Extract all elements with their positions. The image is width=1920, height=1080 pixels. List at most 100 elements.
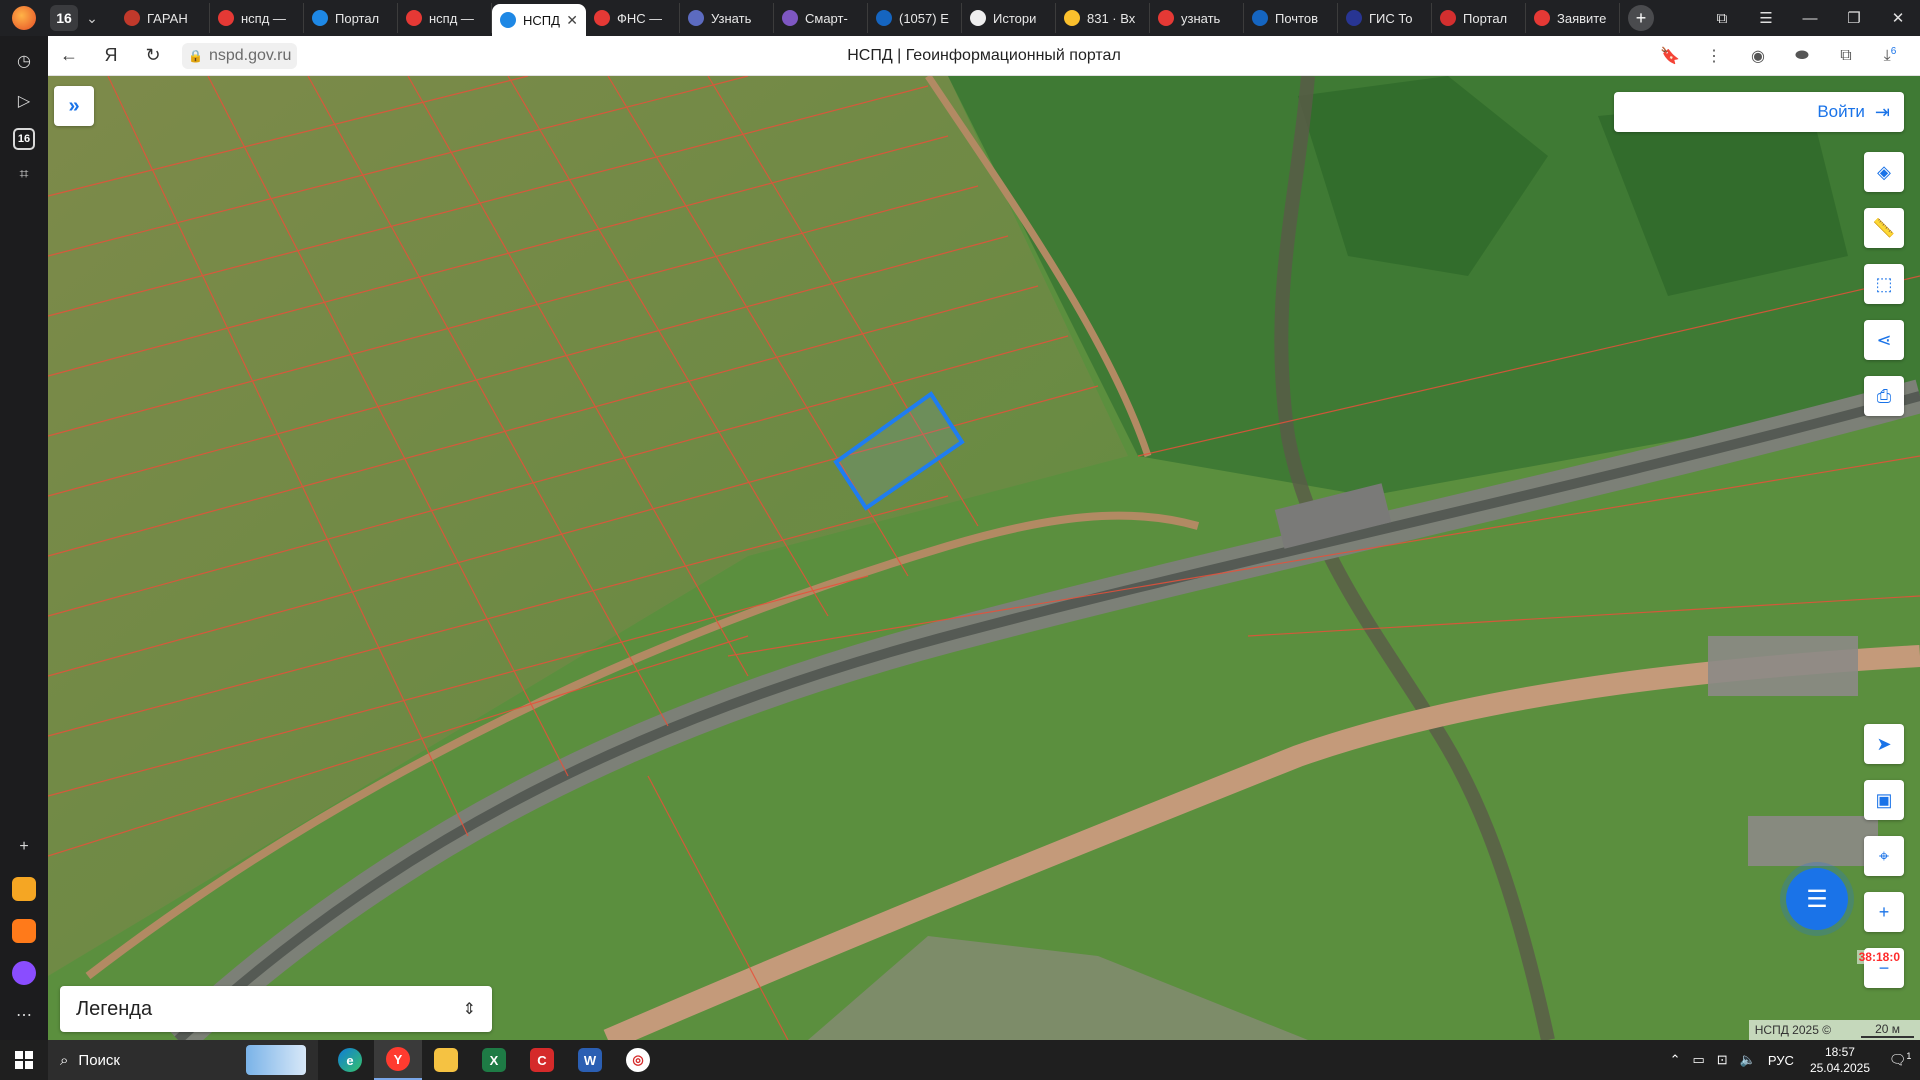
- legend-panel[interactable]: Легенда ⇕: [60, 986, 492, 1032]
- browser-tab[interactable]: нспд —: [210, 3, 304, 33]
- taskbar-edge[interactable]: e: [326, 1040, 374, 1080]
- browser-tab[interactable]: ФНС —: [586, 3, 680, 33]
- favicon-icon: [312, 10, 328, 26]
- mail-app-icon[interactable]: [9, 916, 39, 946]
- login-button[interactable]: Войти ⇥: [1614, 92, 1904, 132]
- close-window-button[interactable]: ✕: [1876, 9, 1920, 27]
- chevron-up-icon[interactable]: ⌃: [1670, 1052, 1681, 1068]
- browser-sidebar: ◷ ▷ 16 ⌗ + ⋯: [0, 36, 48, 1040]
- map-canvas[interactable]: » Войти ⇥ ◈ 📏 ⬚ ⋖ ⎙ ➤ ▣ ⌖ + − ☰ 38:18:0 …: [48, 76, 1920, 1040]
- print-button[interactable]: ⎙: [1864, 376, 1904, 416]
- share-button[interactable]: ⋖: [1864, 320, 1904, 360]
- browser-tab[interactable]: ГИС То: [1338, 3, 1432, 33]
- chat-icon: ☰: [1806, 885, 1828, 913]
- browser-tab[interactable]: Портал: [1432, 3, 1526, 33]
- browser-tab[interactable]: 831 · Вх: [1056, 3, 1150, 33]
- browser-tab[interactable]: Заявите: [1526, 3, 1620, 33]
- basemap-button[interactable]: ▣: [1864, 780, 1904, 820]
- bookmark-icon[interactable]: 🔖: [1648, 46, 1692, 66]
- notification-icon[interactable]: 🗨1: [1880, 1051, 1920, 1069]
- reload-button[interactable]: ↻: [132, 45, 174, 66]
- browser-tab[interactable]: нспд —: [398, 3, 492, 33]
- volume-icon[interactable]: 🔈: [1740, 1052, 1756, 1068]
- chat-button[interactable]: ☰: [1786, 868, 1848, 930]
- tab-label: Истори: [993, 10, 1037, 26]
- zoom-in-button[interactable]: +: [1864, 892, 1904, 932]
- tab-label: Портал: [335, 10, 380, 26]
- measure-button[interactable]: 📏: [1864, 208, 1904, 248]
- screenshot-icon[interactable]: ⌗: [9, 160, 39, 190]
- clock[interactable]: 18:57 25.04.2025: [1810, 1044, 1870, 1076]
- history-icon[interactable]: ◷: [9, 46, 39, 76]
- taskbar-excel[interactable]: X: [470, 1040, 518, 1080]
- yandex-icon[interactable]: Я: [90, 45, 132, 66]
- browser-tab[interactable]: Почтов: [1244, 3, 1338, 33]
- tab-list: ГАРАН нспд — Портал нспд — НСПД ✕ ФНС — Узнать С…: [116, 0, 1620, 36]
- tab-label: ГАРАН: [147, 10, 188, 26]
- language-indicator[interactable]: РУС: [1768, 1053, 1794, 1068]
- tab-label: Заявите: [1557, 10, 1607, 26]
- new-tab-button[interactable]: +: [1628, 5, 1654, 31]
- layers-button[interactable]: ◈: [1864, 152, 1904, 192]
- geolocation-button[interactable]: ➤: [1864, 724, 1904, 764]
- chevron-down-icon[interactable]: ⌄: [78, 5, 106, 31]
- target-app-icon: ◎: [626, 1048, 650, 1072]
- protect-icon[interactable]: ⬬: [1780, 47, 1824, 65]
- browser-tab[interactable]: узнать: [1150, 3, 1244, 33]
- taskbar-explorer[interactable]: [422, 1040, 470, 1080]
- collections-icon[interactable]: ⧉: [1700, 10, 1744, 27]
- select-area-icon: ⬚: [1875, 273, 1893, 294]
- search-location-button[interactable]: ⌖: [1864, 836, 1904, 876]
- tab-label: Почтов: [1275, 10, 1319, 26]
- more-vert-icon[interactable]: ⋮: [1692, 46, 1736, 66]
- url-field[interactable]: 🔒 nspd.gov.ru: [182, 42, 298, 69]
- scale-bar: 20 м: [1861, 1022, 1914, 1038]
- tab-count-badge[interactable]: 16: [50, 5, 78, 31]
- browser-tab[interactable]: ГАРАН: [116, 3, 210, 33]
- play-icon[interactable]: ▷: [9, 86, 39, 116]
- minimize-button[interactable]: —: [1788, 10, 1832, 27]
- favicon-icon: [124, 10, 140, 26]
- start-button[interactable]: [0, 1040, 48, 1080]
- url-text: nspd.gov.ru: [208, 46, 292, 64]
- browser-tab[interactable]: Узнать: [680, 3, 774, 33]
- share-icon: ⋖: [1876, 329, 1892, 350]
- collections-icon[interactable]: ⧉: [1824, 47, 1868, 65]
- taskbar-app-red[interactable]: C: [518, 1040, 566, 1080]
- windows-taskbar: ⌕ Поиск e Y X C W ◎ ⌃ ▭ ⊡ 🔈 РУС 18:57 25…: [0, 1040, 1920, 1080]
- more-icon[interactable]: ⋯: [9, 1000, 39, 1030]
- tab-label: НСПД: [523, 12, 560, 28]
- device-icon[interactable]: ▭: [1693, 1052, 1705, 1068]
- favicon-icon: [688, 10, 704, 26]
- clock-time: 18:57: [1824, 1045, 1855, 1059]
- expand-panel-button[interactable]: »: [54, 86, 94, 126]
- taskbar-yandex-browser[interactable]: Y: [374, 1040, 422, 1080]
- browser-tab[interactable]: (1057) Е: [868, 3, 962, 33]
- favicon-icon: [970, 10, 986, 26]
- network-icon[interactable]: ⊡: [1717, 1052, 1728, 1068]
- browser-tab[interactable]: НСПД ✕: [492, 4, 586, 36]
- word-icon: W: [578, 1048, 602, 1072]
- taskbar-app-target[interactable]: ◎: [614, 1040, 662, 1080]
- yandex-browser-logo[interactable]: [0, 0, 48, 36]
- search-highlight-image: [246, 1045, 306, 1075]
- extension-icon[interactable]: ◉: [1736, 46, 1780, 66]
- browser-tab[interactable]: Портал: [304, 3, 398, 33]
- favicon-icon: [1534, 10, 1550, 26]
- menu-icon[interactable]: ☰: [1744, 9, 1788, 27]
- add-icon[interactable]: +: [9, 832, 39, 862]
- favicon-icon: [1064, 10, 1080, 26]
- close-tab-icon[interactable]: ✕: [566, 12, 578, 29]
- browser-tab[interactable]: Истори: [962, 3, 1056, 33]
- back-button[interactable]: ←: [48, 45, 90, 66]
- tabs-counter-icon[interactable]: 16: [13, 128, 35, 150]
- select-area-button[interactable]: ⬚: [1864, 264, 1904, 304]
- downloads-icon[interactable]: ⤓6: [1868, 46, 1912, 65]
- taskbar-search[interactable]: ⌕ Поиск: [48, 1040, 318, 1080]
- browser-tab[interactable]: Смарт-: [774, 3, 868, 33]
- restore-button[interactable]: ❐: [1832, 9, 1876, 27]
- alice-icon[interactable]: [9, 958, 39, 988]
- taskbar-word[interactable]: W: [566, 1040, 614, 1080]
- app-shortcut-icon[interactable]: [9, 874, 39, 904]
- favicon-icon: [406, 10, 422, 26]
